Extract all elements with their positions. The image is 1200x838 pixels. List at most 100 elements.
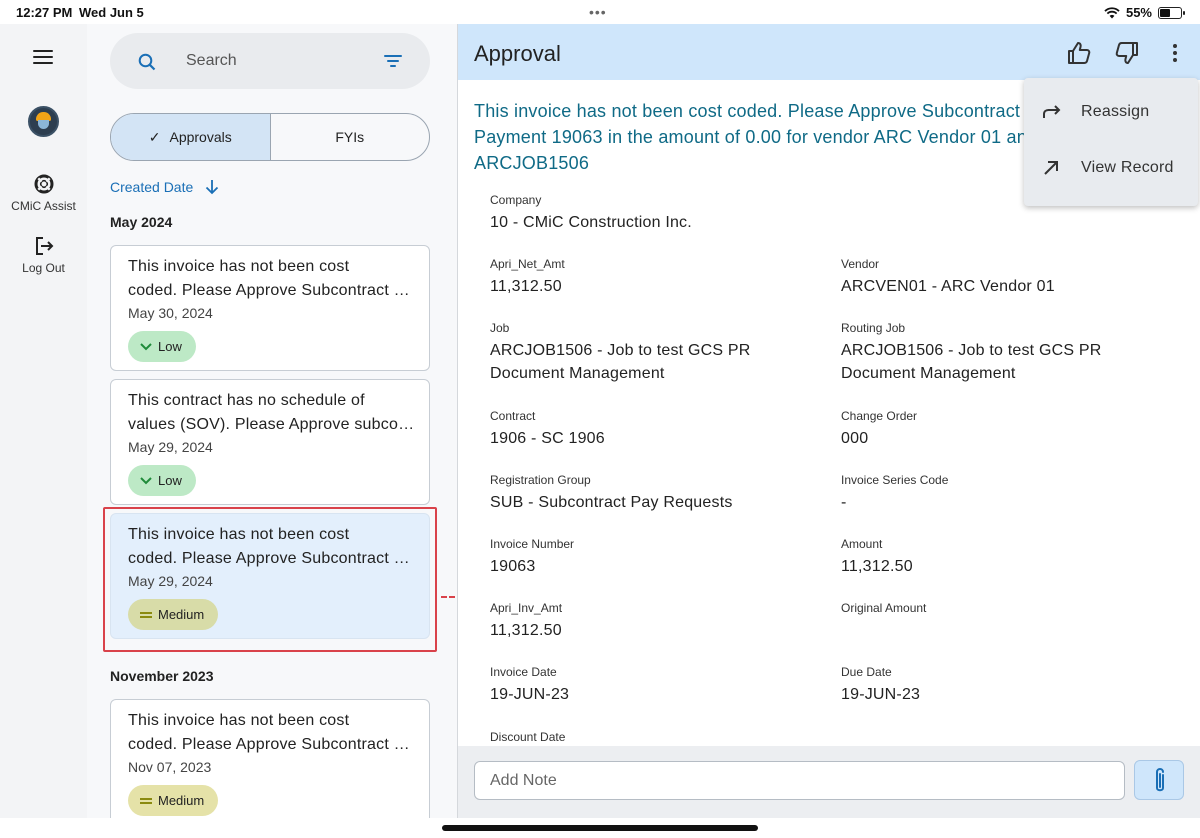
note-bar — [458, 746, 1200, 818]
field-registration-group: Registration Group SUB - Subcontract Pay… — [490, 473, 790, 514]
overflow-menu: Reassign View Record — [1024, 78, 1198, 206]
field-label: Invoice Date — [490, 665, 557, 679]
card-line: values (SOV). Please Approve subcontract — [128, 416, 418, 433]
approval-card[interactable]: This invoice has not been cost coded. Pl… — [110, 245, 430, 371]
field-value: 11,312.50 — [490, 278, 562, 295]
card-line: This contract has no schedule of — [128, 392, 365, 409]
field-contract: Contract 1906 - SC 1906 — [490, 409, 790, 450]
field-apri-inv-amt: Apri_Inv_Amt 11,312.50 — [490, 601, 790, 642]
card-message: This invoice has not been cost coded. Pl… — [128, 523, 418, 571]
search-bar — [110, 33, 430, 89]
thumbs-up-icon[interactable] — [1066, 40, 1092, 66]
battery-percent: 55% — [1125, 5, 1152, 20]
rail-item-cmic-assist[interactable]: CMiC Assist — [0, 173, 87, 213]
card-line: coded. Please Approve Subcontract Paymen… — [128, 550, 418, 567]
field-label: Apri_Net_Amt — [490, 257, 565, 271]
more-vert-icon[interactable] — [1162, 40, 1188, 66]
field-apri-net-amt: Apri_Net_Amt 11,312.50 — [490, 257, 790, 298]
field-value: 1906 - SC 1906 — [490, 430, 605, 447]
field-value: SUB - Subcontract Pay Requests — [490, 494, 733, 511]
field-value: 000 — [841, 430, 869, 447]
sort-label: Created Date — [110, 179, 194, 195]
rail-item-label: Log Out — [22, 261, 65, 275]
tab-approvals[interactable]: ✓ Approvals — [111, 114, 271, 160]
field-value: - — [841, 494, 847, 511]
card-message: This contract has no schedule of values … — [128, 389, 418, 437]
field-invoice-number: Invoice Number 19063 — [490, 537, 790, 578]
check-icon: ✓ — [148, 128, 161, 145]
home-indicator[interactable] — [442, 825, 758, 831]
search-input[interactable] — [186, 47, 366, 75]
field-label: Job — [490, 321, 510, 335]
approvals-fyis-toggle: ✓ Approvals FYIs — [110, 113, 430, 161]
card-message: This invoice has not been cost coded. Pl… — [128, 709, 418, 757]
menu-item-reassign[interactable]: Reassign — [1024, 84, 1198, 140]
status-date: Wed Jun 5 — [79, 5, 144, 20]
approval-card[interactable]: This contract has no schedule of values … — [110, 379, 430, 505]
priority-chip: Medium — [128, 599, 219, 630]
battery-icon — [1158, 6, 1185, 19]
card-line: This invoice has not been cost — [128, 712, 350, 729]
field-value: 10 - CMiC Construction Inc. — [490, 214, 692, 231]
field-label: Amount — [841, 537, 883, 551]
field-label: Original Amount — [841, 601, 927, 615]
tab-label: Approvals — [169, 129, 232, 145]
battery-fill — [1160, 8, 1170, 17]
approval-card[interactable]: This invoice has not been cost coded. Pl… — [110, 699, 430, 818]
field-label: Due Date — [841, 665, 892, 679]
logout-icon — [35, 237, 53, 255]
field-discount-date: Discount Date — [490, 730, 565, 744]
detail-header: Approval — [458, 24, 1200, 80]
field-label: Company — [490, 193, 542, 207]
equals-icon — [140, 797, 152, 804]
card-line: coded. Please Approve Subcontract Paymen… — [128, 282, 418, 299]
avatar-face — [38, 120, 49, 129]
card-date: May 29, 2024 — [128, 573, 213, 589]
menu-item-view-record[interactable]: View Record — [1024, 140, 1198, 196]
page-title: Approval — [474, 41, 561, 66]
field-label: Routing Job — [841, 321, 906, 335]
filter-icon[interactable] — [384, 54, 402, 68]
field-value: 11,312.50 — [841, 558, 913, 575]
menu-item-label: View Record — [1081, 159, 1174, 176]
card-line: This invoice has not been cost — [128, 258, 350, 275]
field-value: ARCVEN01 - ARC Vendor 01 — [841, 278, 1055, 295]
field-label: Invoice Number — [490, 537, 575, 551]
field-invoice-date: Invoice Date 19-JUN-23 — [490, 665, 790, 706]
attach-button[interactable] — [1134, 760, 1184, 800]
lifebuoy-icon — [34, 174, 53, 194]
rail-item-log-out[interactable]: Log Out — [0, 235, 87, 275]
field-value: 19063 — [490, 558, 536, 575]
hamburger-menu-icon[interactable] — [33, 50, 53, 64]
field-label: Discount Date — [490, 730, 566, 744]
priority-chip: Low — [128, 465, 196, 496]
field-company: Company 10 - CMiC Construction Inc. — [490, 193, 790, 234]
field-label: Registration Group — [490, 473, 591, 487]
avatar[interactable] — [28, 106, 59, 137]
card-line: coded. Please Approve Subcontract Paymen… — [128, 736, 418, 753]
approval-card-selected[interactable]: This invoice has not been cost coded. Pl… — [110, 513, 430, 639]
reassign-arrow-icon — [1043, 105, 1061, 118]
priority-label: Low — [158, 339, 182, 354]
field-label: Vendor — [841, 257, 880, 271]
rail-item-label: CMiC Assist — [11, 199, 76, 213]
field-vendor: Vendor ARCVEN01 - ARC Vendor 01 — [841, 257, 1141, 298]
thumbs-down-icon[interactable] — [1114, 40, 1140, 66]
card-date: May 30, 2024 — [128, 305, 213, 321]
sort-by-created-date[interactable]: Created Date — [110, 179, 219, 195]
field-label: Contract — [490, 409, 536, 423]
status-bar: 12:27 PM Wed Jun 5 ••• 55% — [0, 0, 1200, 24]
multitask-dots-icon[interactable]: ••• — [589, 4, 607, 20]
arrow-down-icon — [206, 180, 219, 195]
field-value: 19-JUN-23 — [841, 686, 921, 703]
add-note-input[interactable] — [474, 761, 1125, 800]
chevron-down-icon — [140, 476, 152, 484]
priority-label: Low — [158, 473, 182, 488]
tab-fyis[interactable]: FYIs — [271, 114, 430, 160]
priority-chip: Low — [128, 331, 196, 362]
field-amount: Amount 11,312.50 — [841, 537, 1141, 578]
paperclip-icon — [1156, 768, 1164, 792]
search-icon[interactable] — [138, 53, 156, 71]
approval-list-panel: ✓ Approvals FYIs Created Date May 2024 T… — [87, 24, 457, 818]
card-date: Nov 07, 2023 — [128, 759, 212, 775]
